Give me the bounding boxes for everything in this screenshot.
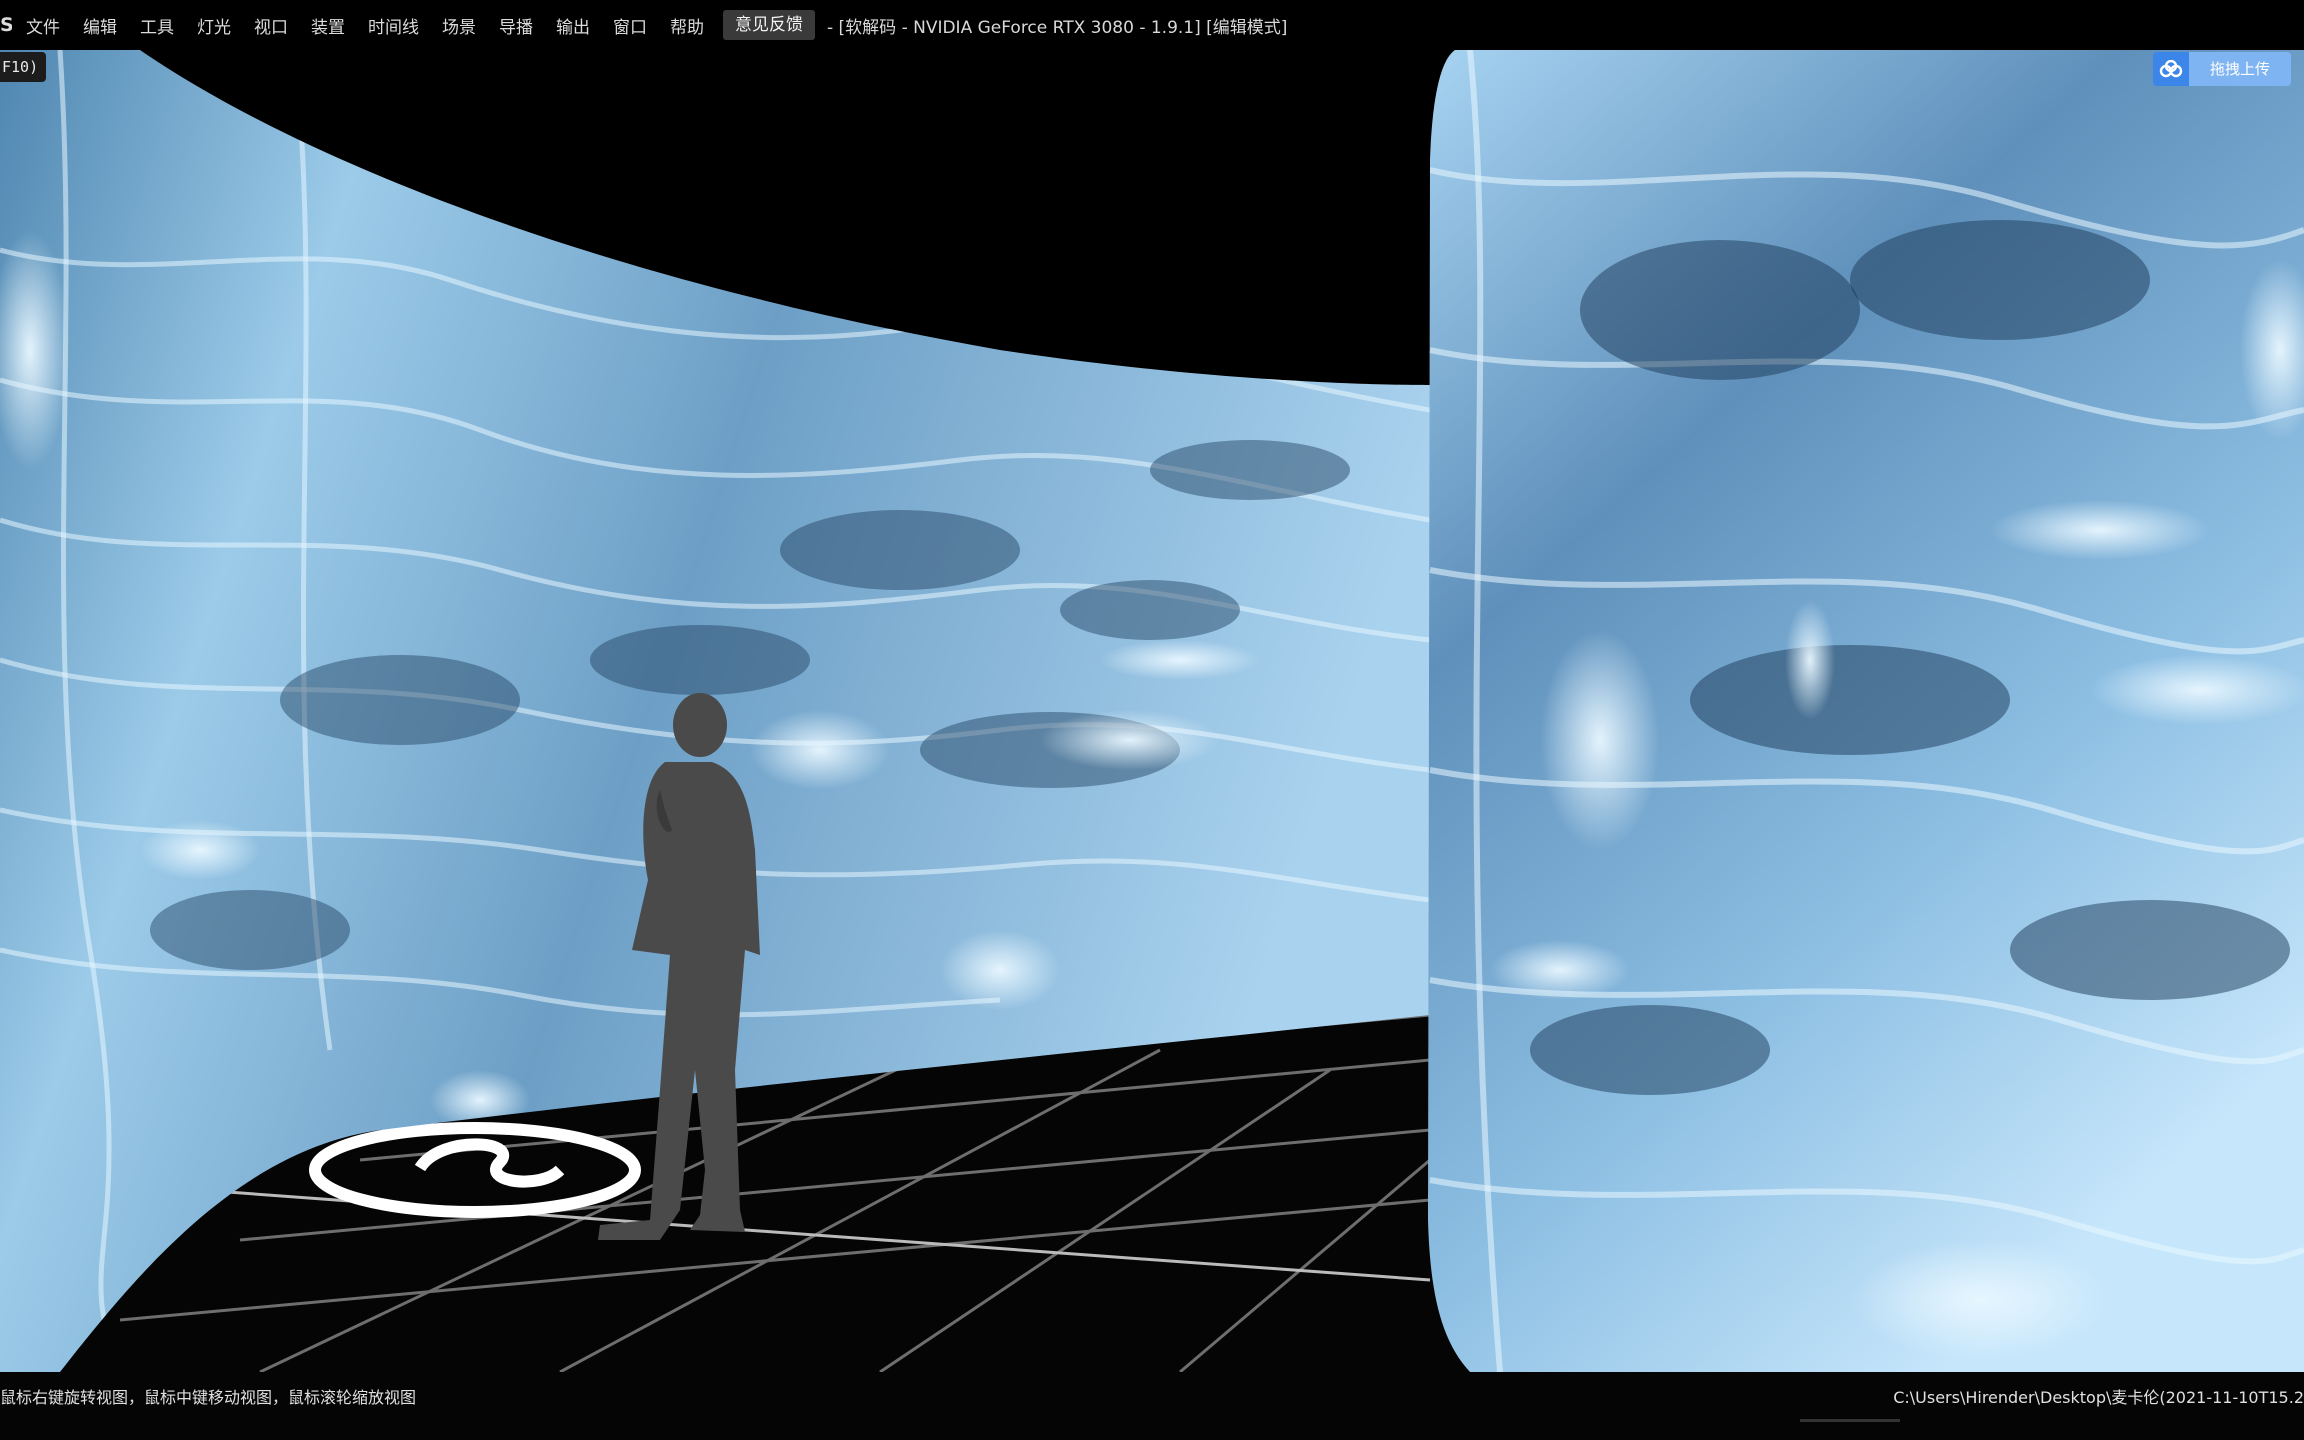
menu-lighting[interactable]: 灯光 xyxy=(197,13,231,38)
status-scrollbar[interactable] xyxy=(1800,1419,1900,1422)
3d-viewport[interactable] xyxy=(0,50,2304,1372)
window-title: - [软解码 - NVIDIA GeForce RTX 3080 - 1.9.1… xyxy=(827,17,1288,38)
menu-scene[interactable]: 场景 xyxy=(442,13,476,38)
menu-director[interactable]: 导播 xyxy=(499,13,533,38)
right-led-wall xyxy=(1428,50,2304,1372)
menu-help[interactable]: 帮助 xyxy=(670,13,704,38)
scene-canvas xyxy=(0,50,2304,1372)
cloud-upload-icon xyxy=(2153,52,2189,86)
f10-hint-tag: F10) xyxy=(0,52,47,82)
upload-label: 拖拽上传 xyxy=(2189,52,2291,86)
menu-tools[interactable]: 工具 xyxy=(140,13,174,38)
menu-devices[interactable]: 装置 xyxy=(311,13,345,38)
menu-file[interactable]: 文件 xyxy=(26,13,60,38)
status-bar: 鼠标右键旋转视图，鼠标中键移动视图，鼠标滚轮缩放视图 C:\Users\Hire… xyxy=(0,1372,2304,1440)
status-hint: 鼠标右键旋转视图，鼠标中键移动视图，鼠标滚轮缩放视图 xyxy=(0,1388,417,1407)
status-file-path: C:\Users\Hirender\Desktop\麦卡伦(2021-11-10… xyxy=(1893,1388,2304,1407)
menu-edit[interactable]: 编辑 xyxy=(83,13,117,38)
menu-window[interactable]: 窗口 xyxy=(613,13,647,38)
menu-output[interactable]: 输出 xyxy=(556,13,590,38)
feedback-button[interactable]: 意见反馈 xyxy=(723,10,815,40)
app-logo-icon: S xyxy=(0,14,12,36)
upload-widget[interactable]: 拖拽上传 xyxy=(2153,52,2291,86)
menu-viewport[interactable]: 视口 xyxy=(254,13,288,38)
menu-timeline[interactable]: 时间线 xyxy=(368,13,419,38)
menu-bar: S 文件 编辑 工具 灯光 视口 装置 时间线 场景 导播 输出 窗口 帮助 意… xyxy=(0,0,2304,50)
